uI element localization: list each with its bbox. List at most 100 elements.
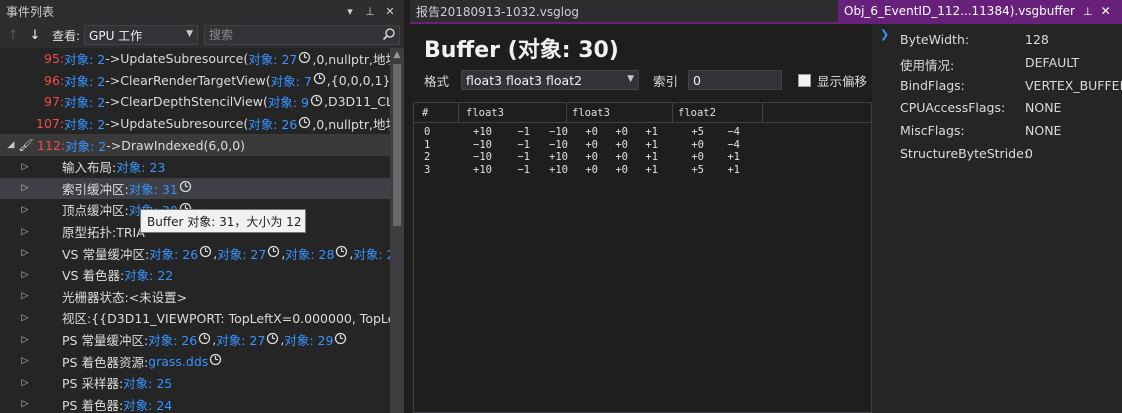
object-link[interactable]: 对象: 26 — [248, 114, 297, 133]
index-input[interactable]: 0 — [688, 70, 783, 90]
expand-icon[interactable]: ▷ — [18, 183, 32, 193]
close-icon[interactable]: ✕ — [1101, 4, 1111, 18]
object-link[interactable]: 对象: 22 — [124, 265, 173, 284]
event-text: ,D3D11_CLEAR — [323, 94, 390, 110]
object-link[interactable]: 对象: 2 — [64, 114, 105, 133]
vertical-scrollbar[interactable]: ▲ — [390, 48, 404, 413]
close-icon[interactable]: ✕ — [382, 5, 398, 18]
event-number: 97: — [44, 94, 65, 110]
checkbox-box[interactable] — [798, 73, 812, 87]
object-link[interactable]: 对象: 25 — [123, 373, 172, 392]
object-link[interactable]: 对象: 26 — [149, 244, 198, 263]
row-index: 3 — [424, 163, 431, 176]
property-value: VERTEX_BUFFER — [1025, 77, 1122, 93]
event-row-drawindexed[interactable]: ◢ 🖌 112: 对象: 2 ->DrawIndexed(6,0,0) — [0, 134, 390, 156]
tab-vsgbuffer[interactable]: Obj_6_EventID_112...11384).vsgbuffer ⊥ ✕ — [838, 0, 1122, 22]
expand-icon[interactable]: ▷ — [18, 335, 32, 345]
cell-value: +0 — [585, 151, 598, 163]
object-link[interactable]: 对象: 23 — [116, 157, 165, 176]
object-link[interactable]: 对象: 2 — [353, 244, 390, 263]
column-separator[interactable] — [458, 103, 459, 123]
scrollbar-thumb[interactable] — [393, 64, 401, 226]
event-child-row[interactable]: ▷ PS 采样器: 对象: 25 — [0, 372, 390, 394]
event-child-row[interactable]: ▷ VS 着色器: 对象: 22 — [0, 264, 390, 286]
expand-icon[interactable]: ▷ — [18, 162, 32, 172]
event-child-row[interactable]: ▷ 光栅器状态:<未设置> — [0, 286, 390, 308]
event-row[interactable]: 97: 对象: 2 ->ClearDepthStencilView(对象: 9 ,D3… — [0, 91, 390, 113]
column-separator[interactable] — [762, 103, 763, 123]
object-link[interactable]: 对象: 26 — [148, 330, 197, 349]
expand-icon[interactable]: ▷ — [18, 378, 32, 388]
history-clock-icon[interactable] — [199, 245, 212, 261]
event-list-toolbar: ↑ ↓ 查看: GPU 工作 ▼ — [0, 22, 404, 48]
show-offset-checkbox[interactable]: 显示偏移 — [798, 71, 867, 90]
event-child-row[interactable]: ▷VS 常量缓冲区:对象: 26, 对象: 27, 对象: 28, 对象: 2 — [0, 242, 390, 264]
search-icon[interactable] — [382, 27, 396, 44]
object-link[interactable]: 对象: 2 — [64, 92, 105, 111]
tab-vsglog[interactable]: 报告20180913-1032.vsglog — [410, 0, 616, 22]
chevron-right-icon[interactable]: ❯ — [880, 28, 889, 41]
history-clock-icon[interactable] — [179, 180, 192, 196]
column-separator[interactable] — [672, 103, 673, 123]
event-child-row[interactable]: ▷ PS 着色器: 对象: 24 — [0, 394, 390, 413]
column-separator[interactable] — [566, 103, 567, 123]
object-link[interactable]: 对象: 24 — [123, 395, 172, 413]
arrow-down-icon[interactable]: ↓ — [26, 28, 44, 43]
object-link[interactable]: 对象: 2 — [64, 49, 105, 68]
event-child-row[interactable]: ▷ 输入布局: 对象: 23 — [0, 156, 390, 178]
event-child-row[interactable]: ▷ 索引缓冲区: 对象: 31 — [0, 177, 390, 200]
object-link[interactable]: 对象: 28 — [285, 244, 334, 263]
expand-icon[interactable]: ▷ — [18, 205, 32, 215]
object-link[interactable]: 对象: 2 — [65, 136, 106, 155]
object-link[interactable]: 对象: 27 — [248, 49, 297, 68]
cell-value: −4 — [727, 126, 740, 138]
expand-icon[interactable]: ▷ — [18, 227, 32, 237]
arrow-up-icon[interactable]: ↑ — [4, 28, 22, 43]
event-row[interactable]: 107: 对象: 2 ->UpdateSubresource(对象: 26 ,0,nu… — [0, 113, 390, 135]
search-input[interactable] — [209, 28, 380, 42]
history-clock-icon[interactable] — [298, 51, 311, 67]
expand-icon[interactable]: ▷ — [18, 313, 32, 323]
property-value: 0 — [1025, 146, 1033, 161]
dropdown-icon[interactable]: ▾ — [342, 5, 358, 18]
history-clock-icon[interactable] — [209, 353, 222, 369]
event-child-row[interactable]: ▷ PS 常量缓冲区: 对象: 26, 对象: 27, 对象: 29 — [0, 329, 390, 351]
view-select[interactable]: GPU 工作 ▼ — [84, 25, 199, 45]
index-label: 索引 — [653, 73, 679, 89]
history-clock-icon[interactable] — [310, 94, 323, 110]
event-child-row[interactable]: ▷ 视区:{{D3D11_VIEWPORT: TopLeftX=0.000000,… — [0, 307, 390, 329]
search-box[interactable] — [204, 25, 400, 45]
object-link[interactable]: 对象: 27 — [217, 244, 266, 263]
history-clock-icon[interactable] — [266, 332, 279, 348]
collapse-icon[interactable]: ◢ — [4, 140, 18, 150]
format-select[interactable]: float3 float3 float2 ▼ — [461, 70, 640, 90]
history-clock-icon[interactable] — [313, 72, 326, 88]
show-offset-label: 显示偏移 — [817, 73, 868, 89]
event-number: 96: — [44, 72, 65, 88]
pin-icon[interactable]: ⊥ — [362, 5, 378, 18]
event-text: 索引缓冲区: — [62, 181, 129, 197]
event-row[interactable]: 96: 对象: 2 ->ClearRenderTargetView(对象: 7 ,{0… — [0, 70, 390, 92]
object-link[interactable]: 对象: 29 — [284, 330, 333, 349]
scroll-up-icon[interactable]: ▲ — [390, 48, 404, 62]
expand-icon[interactable]: ▷ — [18, 356, 32, 366]
object-link[interactable]: grass.dds — [148, 354, 208, 369]
expand-icon[interactable]: ▷ — [18, 291, 32, 301]
history-clock-icon[interactable] — [198, 332, 211, 348]
history-clock-icon[interactable] — [267, 245, 280, 261]
expand-icon[interactable]: ▷ — [18, 270, 32, 280]
pin-icon[interactable]: ⊥ — [1083, 5, 1093, 18]
event-row[interactable]: 95: 对象: 2 ->UpdateSubresource(对象: 27 ,0,nul… — [0, 48, 390, 70]
history-clock-icon[interactable] — [335, 245, 348, 261]
expand-icon[interactable]: ▷ — [18, 399, 32, 409]
history-clock-icon[interactable] — [298, 116, 311, 132]
object-link[interactable]: 对象: 7 — [271, 71, 312, 90]
object-link[interactable]: 对象: 2 — [64, 71, 105, 90]
expand-icon[interactable]: ▷ — [18, 248, 32, 258]
object-link[interactable]: 对象: 9 — [268, 92, 309, 111]
object-link[interactable]: 对象: 31 — [129, 179, 178, 198]
object-link[interactable]: 对象: 27 — [216, 330, 265, 349]
cell-value: +1 — [727, 151, 740, 163]
history-clock-icon[interactable] — [334, 332, 347, 348]
event-child-row[interactable]: ▷ PS 着色器资源: grass.dds — [0, 350, 390, 372]
